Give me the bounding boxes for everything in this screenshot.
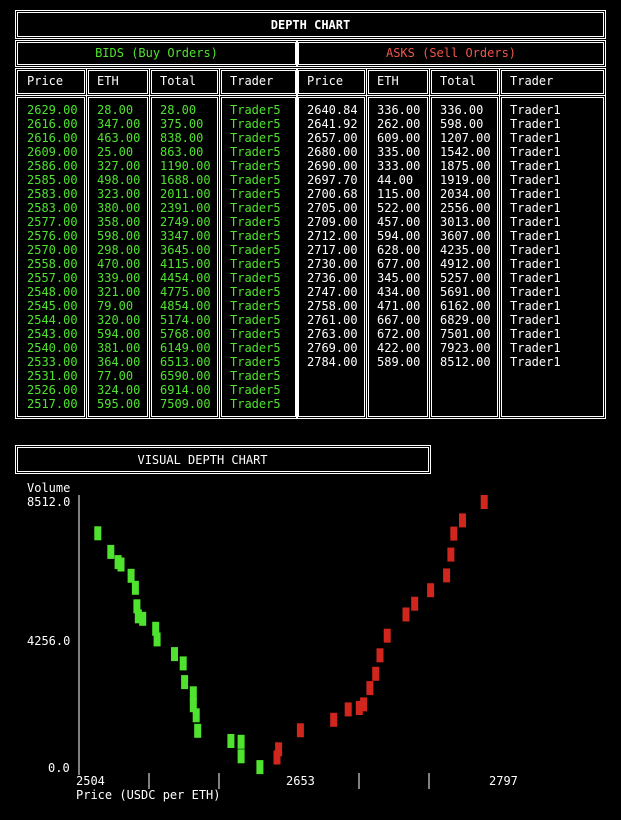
asks-depth-mark <box>443 568 451 583</box>
asks-depth-mark <box>411 596 419 611</box>
bids-depth-mark <box>114 555 122 570</box>
bids-depth-mark <box>237 749 245 764</box>
bids-depth-mark <box>171 647 178 662</box>
asks-depth-mark <box>275 742 283 757</box>
bids-depth-mark <box>189 686 197 701</box>
asks-depth-mark <box>366 681 374 696</box>
bids-depth-mark <box>227 734 235 748</box>
bids-depth-mark <box>179 656 187 671</box>
bids-depth-mark <box>237 734 245 749</box>
bids-depth-mark <box>181 675 189 690</box>
asks-depth-mark <box>383 628 391 643</box>
bids-depth-mark <box>152 621 160 636</box>
asks-depth-mark <box>296 723 304 738</box>
asks-depth-mark <box>360 697 368 712</box>
asks-depth-mark <box>447 547 455 562</box>
bids-depth-mark <box>94 526 102 541</box>
bids-depth-mark <box>133 599 141 614</box>
asks-depth-mark <box>427 583 435 598</box>
asks-depth-mark <box>344 702 352 717</box>
bids-depth-mark <box>256 760 264 775</box>
asks-depth-mark <box>402 607 410 622</box>
bids-depth-mark <box>127 568 135 583</box>
asks-depth-mark <box>330 712 338 727</box>
depth-plot <box>78 495 488 789</box>
asks-depth-mark <box>376 648 384 663</box>
asks-depth-mark <box>372 666 380 681</box>
asks-depth-mark <box>450 526 458 541</box>
bids-depth-mark <box>131 580 139 595</box>
asks-depth-mark <box>480 495 488 509</box>
bids-depth-mark <box>194 723 202 738</box>
asks-depth-mark <box>459 513 466 528</box>
bids-depth-mark <box>107 544 115 559</box>
